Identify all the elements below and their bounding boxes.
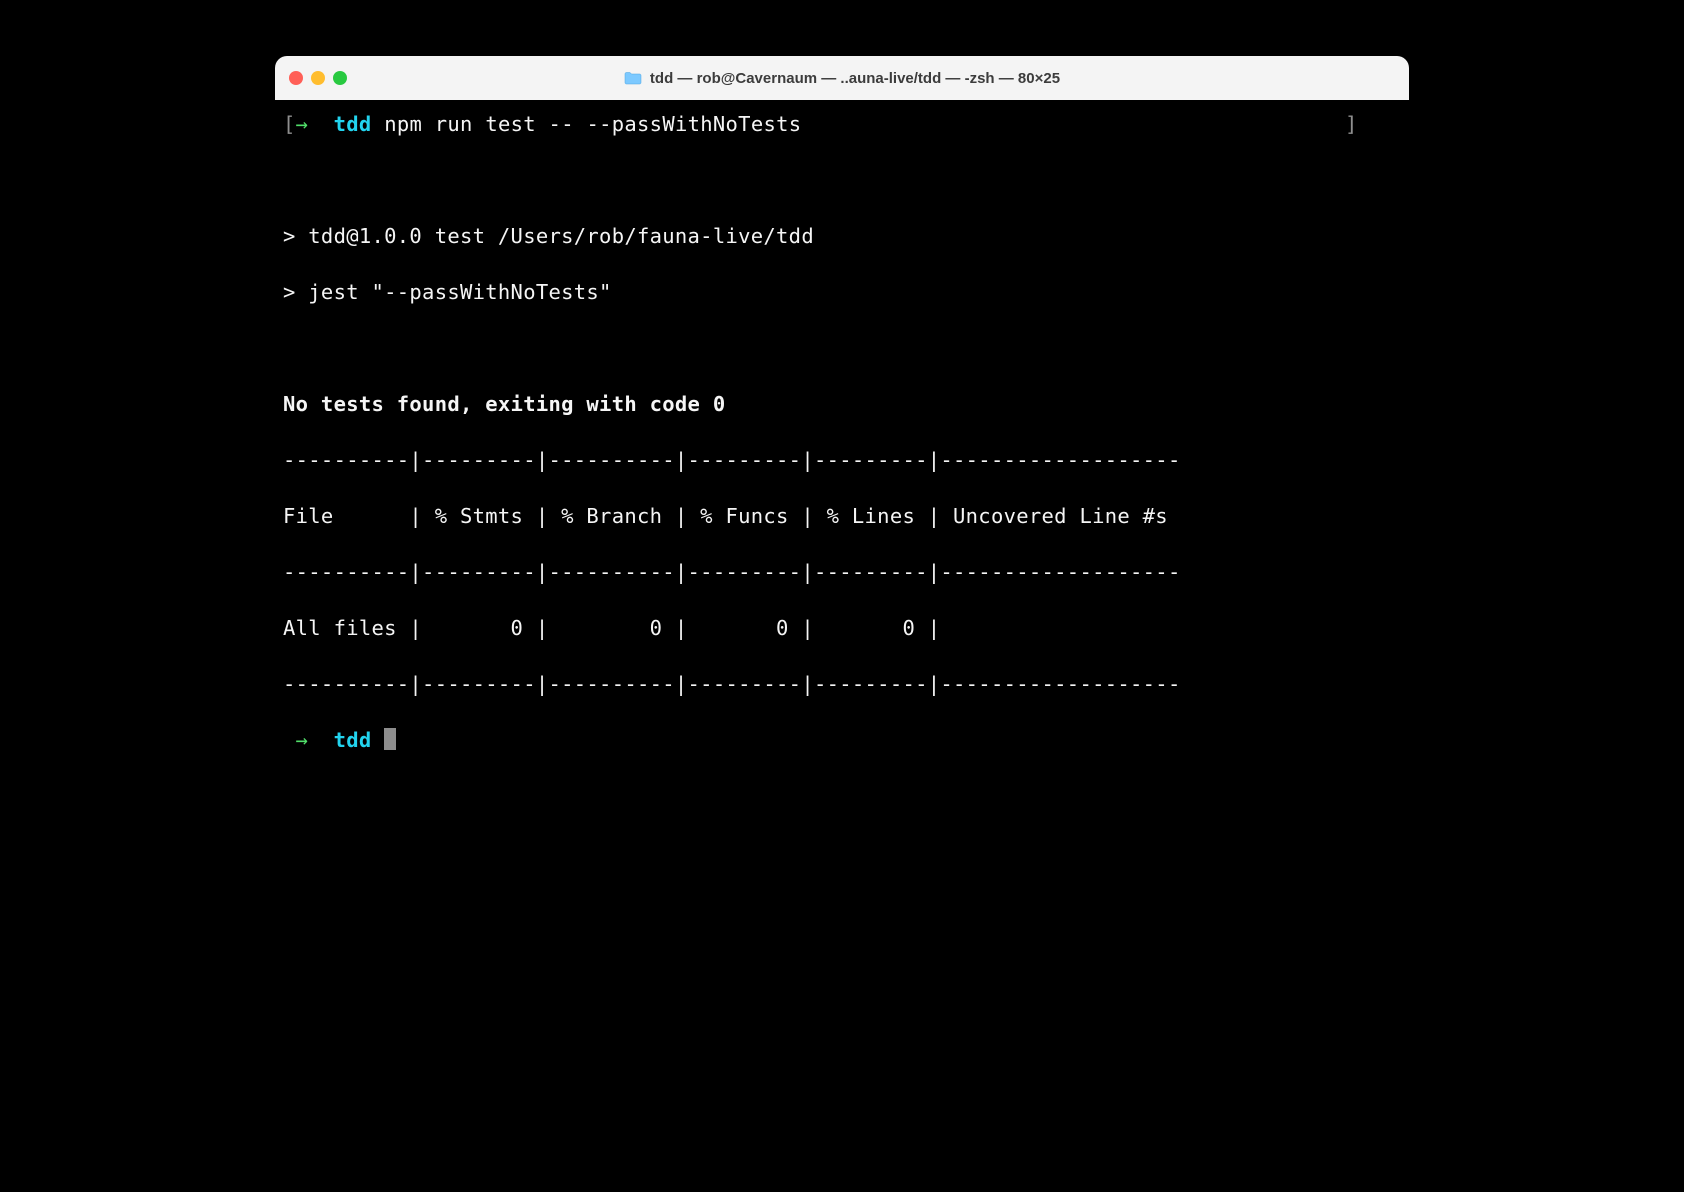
coverage-table-header: File | % Stmts | % Branch | % Funcs | % …: [283, 502, 1401, 530]
prompt-command: npm run test -- --passWithNoTests: [384, 112, 801, 136]
maximize-icon[interactable]: [333, 71, 347, 85]
traffic-lights: [289, 71, 347, 85]
prompt-lbracket: [: [283, 112, 296, 136]
coverage-table-border-mid: ----------|---------|----------|--------…: [283, 558, 1401, 586]
npm-script-line-1: > tdd@1.0.0 test /Users/rob/fauna-live/t…: [283, 222, 1401, 250]
prompt-line-1: [→ tdd npm run test -- --passWithNoTests…: [283, 110, 1401, 138]
terminal-body[interactable]: [→ tdd npm run test -- --passWithNoTests…: [275, 100, 1409, 800]
prompt-arrow-icon: →: [296, 728, 309, 752]
prompt-dir: tdd: [334, 112, 372, 136]
coverage-table-border-top: ----------|---------|----------|--------…: [283, 446, 1401, 474]
cursor-icon: [384, 728, 396, 750]
blank-line: [283, 166, 1401, 194]
prompt-line-2: → tdd: [283, 726, 1401, 754]
folder-icon: [624, 71, 642, 85]
terminal-window: tdd — rob@Cavernaum — ..auna-live/tdd — …: [275, 56, 1409, 800]
npm-script-line-2: > jest "--passWithNoTests": [283, 278, 1401, 306]
minimize-icon[interactable]: [311, 71, 325, 85]
coverage-table-border-bot: ----------|---------|----------|--------…: [283, 670, 1401, 698]
close-icon[interactable]: [289, 71, 303, 85]
blank-line: [283, 334, 1401, 362]
window-title-text: tdd — rob@Cavernaum — ..auna-live/tdd — …: [650, 70, 1060, 87]
prompt-arrow-icon: →: [296, 112, 309, 136]
titlebar-title: tdd — rob@Cavernaum — ..auna-live/tdd — …: [624, 70, 1060, 87]
prompt-rbracket: ]: [1345, 112, 1358, 136]
coverage-table-row: All files | 0 | 0 | 0 | 0 |: [283, 614, 1401, 642]
titlebar[interactable]: tdd — rob@Cavernaum — ..auna-live/tdd — …: [275, 56, 1409, 100]
no-tests-message: No tests found, exiting with code 0: [283, 390, 1401, 418]
prompt-dir: tdd: [334, 728, 372, 752]
